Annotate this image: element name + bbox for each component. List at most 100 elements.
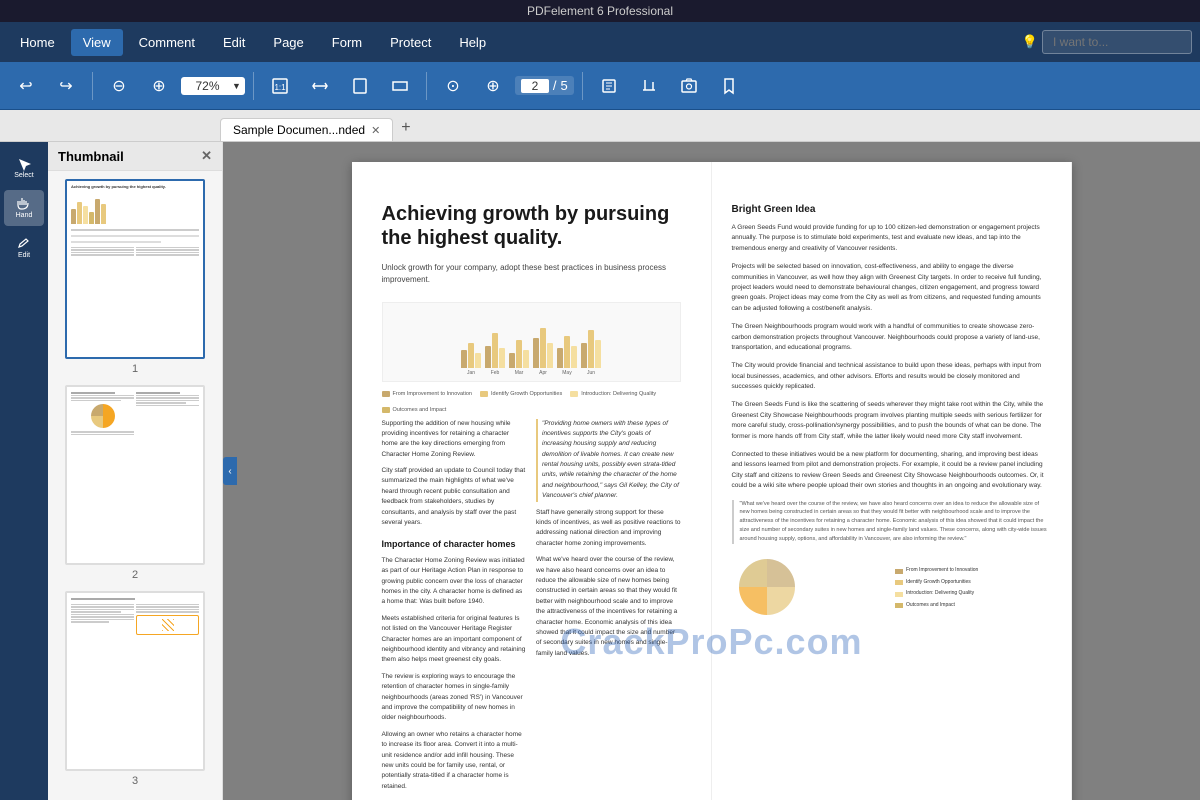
right-legend-1: From Improvement to Innovation bbox=[895, 567, 1051, 575]
body-text-2: City staff provided an update to Council… bbox=[382, 466, 527, 528]
fit-width-button[interactable] bbox=[302, 68, 338, 104]
right-legend: From Improvement to Innovation Identify … bbox=[895, 552, 1051, 626]
lightbulb-icon: 💡 bbox=[1022, 34, 1038, 50]
thumbnail-page-2[interactable]: 2 bbox=[56, 385, 214, 581]
separator-2 bbox=[253, 72, 254, 100]
thumbnail-title: Thumbnail bbox=[58, 149, 124, 164]
right-body-4: The City would provide financial and tec… bbox=[732, 361, 1051, 392]
thumbnail-header: Thumbnail ✕ bbox=[48, 142, 222, 171]
right-body-6: Connected to these initiatives would be … bbox=[732, 450, 1051, 492]
right-body-3: The Green Neighbourhoods program would w… bbox=[732, 322, 1051, 353]
right-body-2: Projects will be selected based on innov… bbox=[732, 262, 1051, 314]
menu-comment[interactable]: Comment bbox=[127, 29, 207, 56]
panel-collapse-button[interactable]: ‹ bbox=[223, 457, 237, 485]
chart-group-feb: Feb bbox=[485, 333, 505, 378]
toolbar: ↩ ↪ ⊖ ⊕ 72% ▼ 1:1 ⊙ ⊕ / 5 bbox=[0, 62, 1200, 110]
menu-form[interactable]: Form bbox=[320, 29, 374, 56]
snapshot-button[interactable] bbox=[671, 68, 707, 104]
legend-item-2: Identify Growth Opportunities bbox=[480, 390, 562, 398]
content-left: Supporting the addition of new housing w… bbox=[382, 419, 527, 799]
right-bottom-section: From Improvement to Innovation Identify … bbox=[732, 552, 1051, 626]
hand-tool-button[interactable]: Hand bbox=[4, 190, 44, 226]
menu-view[interactable]: View bbox=[71, 29, 123, 56]
want-to-input[interactable] bbox=[1042, 30, 1192, 54]
blockquote: "What we've heard over the course of the… bbox=[732, 500, 1051, 544]
bright-green-heading: Bright Green Idea bbox=[732, 202, 1051, 217]
tab-add-button[interactable]: + bbox=[393, 115, 418, 141]
pie-chart-container bbox=[732, 552, 888, 626]
legend-item-4: Outcomes and Impact bbox=[382, 406, 447, 414]
chart-group-apr: Apr bbox=[533, 328, 553, 378]
quote-text: "Providing home owners with these types … bbox=[536, 419, 681, 502]
thumbnail-close-button[interactable]: ✕ bbox=[201, 148, 212, 164]
page-right-column: Bright Green Idea A Green Seeds Fund wou… bbox=[712, 162, 1072, 800]
thumbnail-panel: Thumbnail ✕ Achieving growth by pursuing… bbox=[48, 142, 223, 800]
legend-item-3: Introduction: Delivering Quality bbox=[570, 390, 656, 398]
bookmark-button[interactable] bbox=[711, 68, 747, 104]
total-pages: 5 bbox=[561, 78, 568, 93]
thumbnail-list: Achieving growth by pursuing the highest… bbox=[48, 171, 222, 800]
chart-group-jan: Jan bbox=[461, 343, 481, 378]
menu-home[interactable]: Home bbox=[8, 29, 67, 56]
thumbnail-page-1[interactable]: Achieving growth by pursuing the highest… bbox=[56, 179, 214, 375]
crop-button[interactable] bbox=[631, 68, 667, 104]
body-text-7: Staff have generally strong support for … bbox=[536, 508, 681, 550]
actual-size-button[interactable]: 1:1 bbox=[262, 68, 298, 104]
body-text-8: What we've heard over the course of the … bbox=[536, 555, 681, 659]
menu-edit[interactable]: Edit bbox=[211, 29, 257, 56]
fit-visible-button[interactable] bbox=[382, 68, 418, 104]
document-page-1: CrackProPc.com Achieving growth by pursu… bbox=[352, 162, 1072, 800]
zoom-dropdown-icon[interactable]: ▼ bbox=[232, 81, 241, 91]
zoom-in-button[interactable]: ⊕ bbox=[141, 68, 177, 104]
thumbnail-number-1: 1 bbox=[132, 363, 138, 375]
legend-color-3 bbox=[570, 391, 578, 397]
menu-right: 💡 bbox=[1022, 30, 1192, 54]
chart-group-jun: Jun bbox=[581, 330, 601, 378]
zoom-out-button[interactable]: ⊖ bbox=[101, 68, 137, 104]
main-layout: Select Hand Edit Thumbnail ✕ Achieving g… bbox=[0, 142, 1200, 800]
select-tool-button[interactable]: Select bbox=[4, 150, 44, 186]
page-separator: / bbox=[553, 78, 557, 93]
right-body-5: The Green Seeds Fund is like the scatter… bbox=[732, 400, 1051, 442]
right-legend-3: Introduction: Delivering Quality bbox=[895, 590, 1051, 598]
separator-3 bbox=[426, 72, 427, 100]
chart-group-may: May bbox=[557, 336, 577, 378]
thumbnail-number-2: 2 bbox=[132, 569, 138, 581]
content-right-inner: "Providing home owners with these types … bbox=[536, 419, 681, 799]
separator-4 bbox=[582, 72, 583, 100]
menu-protect[interactable]: Protect bbox=[378, 29, 443, 56]
bar-chart: Jan Feb Mar Apr bbox=[382, 302, 681, 382]
menu-bar: Home View Comment Edit Page Form Protect… bbox=[0, 22, 1200, 62]
tab-document[interactable]: Sample Documen...nded ✕ bbox=[220, 118, 393, 141]
legend-color-4 bbox=[382, 407, 390, 413]
next-page-button[interactable]: ⊕ bbox=[475, 68, 511, 104]
prev-page-button[interactable]: ⊙ bbox=[435, 68, 471, 104]
content-columns: Supporting the addition of new housing w… bbox=[382, 419, 681, 799]
body-text-6: Allowing an owner who retains a characte… bbox=[382, 730, 527, 792]
menu-page[interactable]: Page bbox=[261, 29, 315, 56]
svg-text:1:1: 1:1 bbox=[274, 83, 286, 92]
redo-button[interactable]: ↪ bbox=[48, 68, 84, 104]
tab-close-button[interactable]: ✕ bbox=[371, 124, 380, 137]
thumbnail-image-1: Achieving growth by pursuing the highest… bbox=[65, 179, 205, 359]
page-number-input[interactable] bbox=[521, 79, 549, 93]
right-body-1: A Green Seeds Fund would provide funding… bbox=[732, 223, 1051, 254]
undo-button[interactable]: ↩ bbox=[8, 68, 44, 104]
tab-label: Sample Documen...nded bbox=[233, 123, 365, 137]
fit-page-button[interactable] bbox=[342, 68, 378, 104]
zoom-control[interactable]: 72% ▼ bbox=[181, 77, 245, 95]
legend-item-1: From Improvement to Innovation bbox=[382, 390, 472, 398]
title-bar: PDFelement 6 Professional bbox=[0, 0, 1200, 22]
legend-color-1 bbox=[382, 391, 390, 397]
menu-help[interactable]: Help bbox=[447, 29, 498, 56]
text-select-button[interactable] bbox=[591, 68, 627, 104]
page-area[interactable]: ‹ CrackProPc.com Achieving growth by pur… bbox=[223, 142, 1200, 800]
section-heading-1: Importance of character homes bbox=[382, 538, 527, 552]
chart-group-mar: Mar bbox=[509, 340, 529, 378]
body-text-5: The review is exploring ways to encourag… bbox=[382, 672, 527, 724]
thumbnail-page-3[interactable]: 3 bbox=[56, 591, 214, 787]
edit-tool-button[interactable]: Edit bbox=[4, 230, 44, 266]
page-main-title: Achieving growth by pursuing the highest… bbox=[382, 202, 681, 250]
zoom-input[interactable]: 72% bbox=[185, 79, 230, 93]
page-subtitle: Unlock growth for your company, adopt th… bbox=[382, 262, 681, 286]
